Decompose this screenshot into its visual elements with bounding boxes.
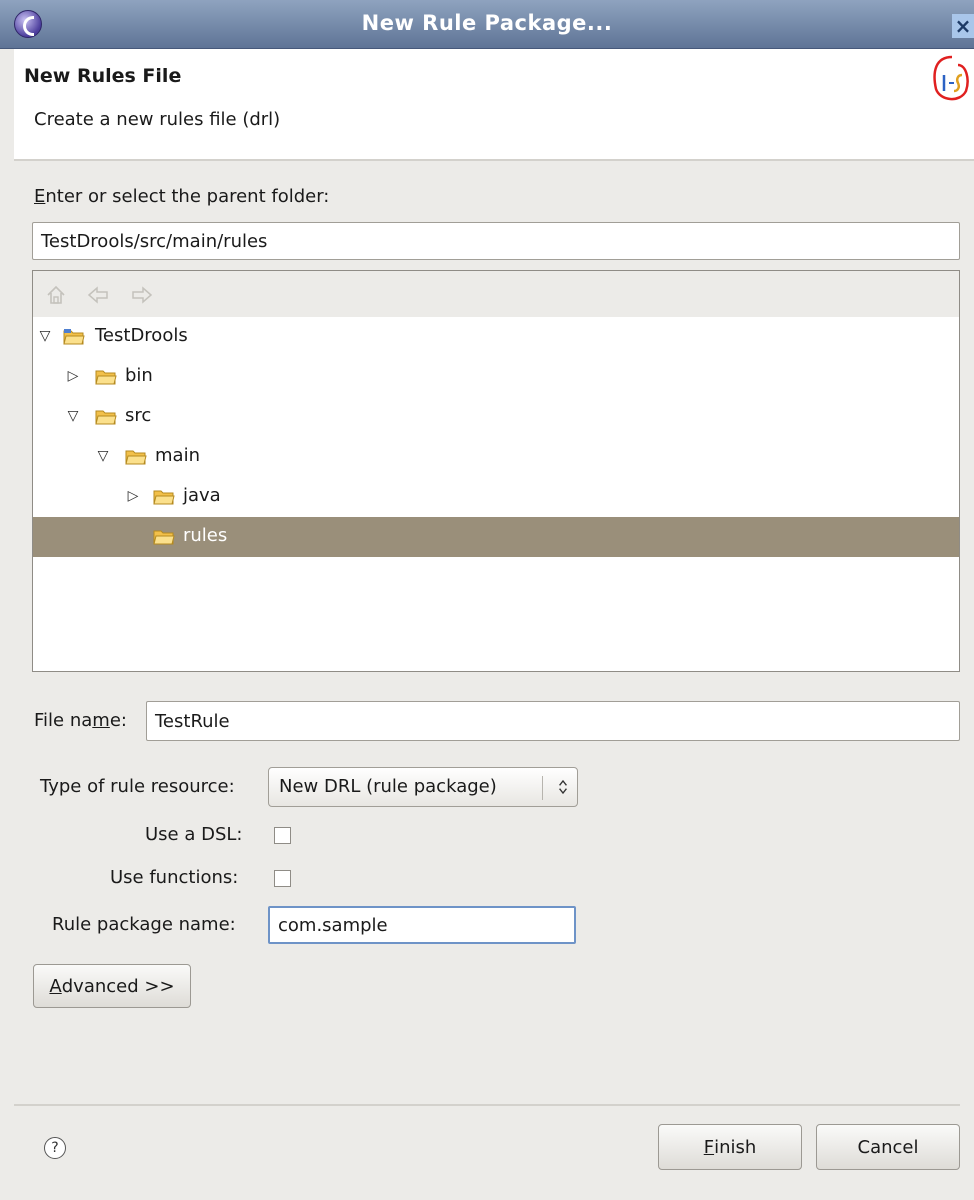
folder-icon [95, 370, 117, 385]
parent-folder-label: Enter or select the parent folder: [34, 186, 330, 207]
window-title: New Rule Package... [361, 11, 613, 35]
folder-icon [153, 530, 175, 545]
tree-node-label: rules [183, 525, 228, 546]
header-separator [14, 159, 974, 161]
tree-node-label: main [155, 445, 200, 466]
dropdown-separator [542, 776, 543, 800]
help-icon[interactable]: ? [44, 1137, 66, 1159]
wizard-title: New Rules File [24, 65, 182, 87]
folder-tree[interactable]: ▽ TestDrools ▷ bin ▽ src ▽ main ▷ java r… [32, 270, 960, 672]
rule-type-dropdown[interactable]: New DRL (rule package) [268, 767, 578, 807]
expand-toggle[interactable]: ▷ [125, 488, 141, 504]
tree-row-src[interactable]: ▽ src [33, 397, 959, 437]
expand-toggle[interactable]: ▽ [95, 448, 111, 464]
tree-node-label: src [125, 405, 152, 426]
expand-toggle[interactable]: ▽ [65, 408, 81, 424]
new-rule-package-dialog: New Rule Package... × New Rules File Cre… [0, 0, 974, 1200]
expand-toggle[interactable]: ▷ [65, 368, 81, 384]
cancel-button[interactable]: Cancel [816, 1124, 960, 1170]
tree-node-label: bin [125, 365, 153, 386]
expand-toggle[interactable]: ▽ [37, 328, 53, 344]
file-name-label: File name: [34, 710, 127, 731]
title-bar[interactable]: New Rule Package... × [0, 0, 974, 49]
folder-icon [153, 490, 175, 505]
folder-icon [125, 450, 147, 465]
use-functions-label: Use functions: [110, 867, 239, 888]
project-folder-icon [63, 329, 85, 345]
file-name-input[interactable]: TestRule [146, 701, 960, 741]
finish-button[interactable]: Finish [658, 1124, 802, 1170]
dropdown-arrows-icon [559, 779, 567, 795]
rule-package-label: Rule package name: [52, 914, 236, 935]
tree-toolbar [33, 271, 959, 317]
wizard-description: Create a new rules file (drl) [34, 109, 281, 130]
tree-row-main[interactable]: ▽ main [33, 437, 959, 477]
use-functions-checkbox[interactable] [274, 870, 291, 887]
tree-row-testdrools[interactable]: ▽ TestDrools [33, 317, 959, 357]
use-dsl-checkbox[interactable] [274, 827, 291, 844]
use-dsl-label: Use a DSL: [145, 824, 243, 845]
advanced-button[interactable]: Advanced >> [33, 964, 191, 1008]
folder-icon [95, 410, 117, 425]
tree-node-label: java [183, 485, 221, 506]
tree-row-java[interactable]: ▷ java [33, 477, 959, 517]
footer-separator [14, 1104, 960, 1106]
rule-package-input[interactable]: com.sample [268, 906, 576, 944]
forward-icon[interactable] [131, 284, 153, 306]
back-icon[interactable] [87, 284, 109, 306]
drools-wizard-icon [933, 55, 969, 101]
tree-node-label: TestDrools [95, 325, 188, 346]
wizard-header: New Rules File Create a new rules file (… [14, 49, 974, 159]
parent-folder-input[interactable]: TestDrools/src/main/rules [32, 222, 960, 260]
tree-row-bin[interactable]: ▷ bin [33, 357, 959, 397]
rule-type-label: Type of rule resource: [40, 776, 235, 797]
rule-type-selected: New DRL (rule package) [279, 776, 497, 797]
home-icon[interactable] [45, 284, 67, 306]
tree-row-rules[interactable]: rules [33, 517, 959, 557]
close-button[interactable]: × [952, 14, 974, 38]
